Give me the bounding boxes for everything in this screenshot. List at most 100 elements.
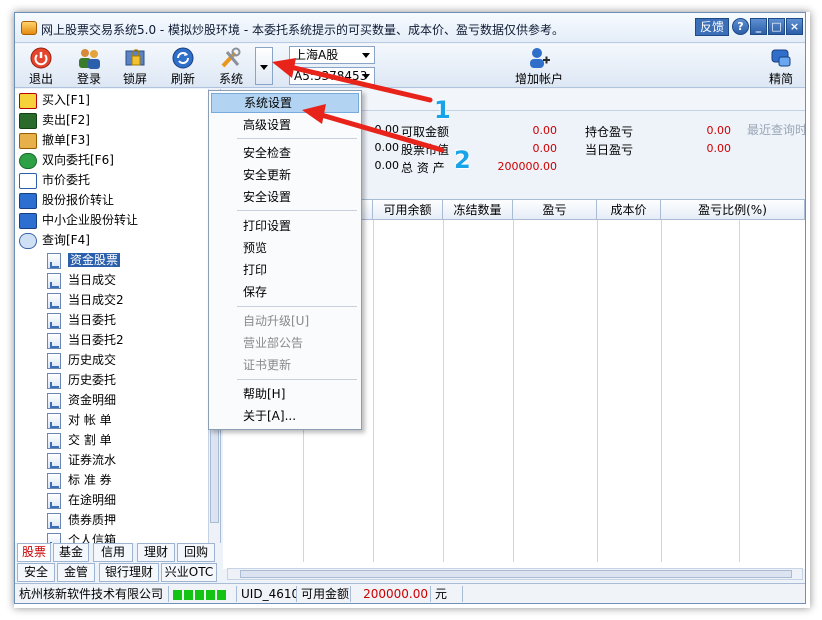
- tree-subitem[interactable]: 历史委托: [47, 371, 116, 389]
- tab-wealth[interactable]: 理财: [137, 543, 175, 562]
- users-icon: [77, 47, 101, 69]
- two-way-icon: [19, 152, 37, 169]
- menu-item-save[interactable]: 保存: [211, 282, 359, 302]
- tree-subitem[interactable]: 证券流水: [47, 451, 116, 469]
- menu-item-security-update[interactable]: 安全更新: [211, 165, 359, 185]
- menu-item-about[interactable]: 关于[A]...: [211, 406, 359, 426]
- tree-item-sme-transfer[interactable]: 中小企业股份转让: [19, 211, 138, 229]
- account-select-value: A5:3378453: [294, 69, 368, 83]
- tree-subitem-label: 当日委托: [68, 313, 117, 327]
- market-select[interactable]: 上海A股: [289, 46, 375, 64]
- tree-subitem-label: 在途明细: [68, 493, 117, 507]
- tree-item-query[interactable]: 查询[F4]: [19, 231, 90, 249]
- tab-otc[interactable]: 兴业OTC: [161, 563, 217, 582]
- lock-button[interactable]: 锁屏: [115, 45, 155, 87]
- menu-separator: [237, 306, 357, 307]
- menu-item-print[interactable]: 打印: [211, 260, 359, 280]
- tab-stock[interactable]: 股票: [17, 543, 51, 562]
- table-header-cell[interactable]: 盈亏比例(%): [661, 200, 805, 220]
- account-select[interactable]: A5:3378453: [289, 67, 375, 85]
- lock-label: 锁屏: [122, 72, 147, 86]
- add-account-button[interactable]: 增加帐户: [509, 45, 569, 87]
- tab-bank-wealth[interactable]: 银行理财: [99, 563, 159, 582]
- tree-subitem[interactable]: 历史成交: [47, 351, 116, 369]
- tree-item-market-order[interactable]: 市价委托: [19, 171, 90, 189]
- table-hscrollbar[interactable]: [227, 568, 803, 580]
- stock-value: 0.00: [532, 142, 558, 155]
- minimize-button[interactable]: _: [750, 18, 767, 35]
- menu-item-security-check[interactable]: 安全检查: [211, 143, 359, 163]
- close-button[interactable]: ×: [786, 18, 803, 35]
- column-divider: [597, 220, 598, 562]
- feedback-button[interactable]: 反馈: [695, 18, 729, 36]
- tree-subitem[interactable]: 当日委托2: [47, 331, 124, 349]
- tree-subitem[interactable]: 当日成交2: [47, 291, 124, 309]
- position-pnl-label: 持仓盈亏: [585, 125, 634, 139]
- simple-mode-label: 精简: [768, 72, 793, 86]
- login-button[interactable]: 登录: [69, 45, 109, 87]
- simple-mode-button[interactable]: 精简: [761, 45, 801, 87]
- tree-subitem[interactable]: 交 割 单: [47, 431, 112, 449]
- tab-security[interactable]: 安全: [17, 563, 55, 582]
- table-header-cell[interactable]: 可用余额: [373, 200, 443, 220]
- position-pnl-value: 0.00: [706, 124, 732, 137]
- document-icon: [47, 352, 61, 369]
- tree-item-label: 撤单[F3]: [42, 133, 90, 147]
- power-icon: [29, 47, 53, 69]
- tree-subitem[interactable]: 对 帐 单: [47, 411, 112, 429]
- tree-subitem[interactable]: 在途明细: [47, 491, 116, 509]
- total-assets-value: 200000.00: [497, 160, 558, 173]
- menu-item-help[interactable]: 帮助[H]: [211, 384, 359, 404]
- maximize-button[interactable]: □: [768, 18, 785, 35]
- tree-item-sell[interactable]: 卖出[F2]: [19, 111, 90, 129]
- table-header-cell[interactable]: 冻结数量: [443, 200, 513, 220]
- tree-subitem[interactable]: 当日成交: [47, 271, 116, 289]
- tab-credit[interactable]: 信用: [93, 543, 133, 562]
- menu-item-preview[interactable]: 预览: [211, 238, 359, 258]
- chevron-down-icon: [362, 74, 370, 79]
- menu-item-print-settings[interactable]: 打印设置: [211, 216, 359, 236]
- window-title: 网上股票交易系统5.0 - 模拟炒股环境 - 本委托系统提示的可买数量、成本价、…: [41, 23, 565, 37]
- tree-subitem-funds-stocks[interactable]: 资金股票: [47, 251, 121, 269]
- tab-repo[interactable]: 回购: [177, 543, 215, 562]
- tree-subitem[interactable]: 标 准 券: [47, 471, 112, 489]
- tab-fund[interactable]: 基金: [53, 543, 89, 562]
- refresh-label: 刷新: [170, 72, 195, 86]
- add-user-icon: [527, 47, 551, 69]
- lock-screen-icon: [123, 47, 147, 69]
- document-icon: [47, 312, 61, 329]
- main-window: 网上股票交易系统5.0 - 模拟炒股环境 - 本委托系统提示的可买数量、成本价、…: [14, 12, 806, 604]
- tree-subitem[interactable]: 当日委托: [47, 311, 116, 329]
- tab-gold[interactable]: 金管: [57, 563, 95, 582]
- exit-button[interactable]: 退出: [21, 45, 61, 87]
- tree-subitem[interactable]: 个人信箱: [47, 531, 116, 543]
- menu-item-security-settings[interactable]: 安全设置: [211, 187, 359, 207]
- signal-led-icon: [173, 589, 182, 600]
- stock-value-label: 股票市值: [401, 143, 450, 157]
- document-icon: [47, 272, 61, 289]
- menu-item-system-settings[interactable]: 系统设置: [211, 93, 359, 113]
- table-header-cell[interactable]: 成本价: [597, 200, 661, 220]
- title-bar[interactable]: 网上股票交易系统5.0 - 模拟炒股环境 - 本委托系统提示的可买数量、成本价、…: [15, 13, 805, 43]
- recent-query-label: 最近查询时: [747, 123, 806, 137]
- table-header-cell[interactable]: 盈亏: [513, 200, 597, 220]
- tree-item-buy[interactable]: 买入[F1]: [19, 91, 90, 109]
- tree-item-cancel-order[interactable]: 撤单[F3]: [19, 131, 90, 149]
- refresh-button[interactable]: 刷新: [163, 45, 203, 87]
- category-tabs-row1: 股票 基金 信用 理财 回购: [15, 543, 221, 562]
- system-label: 系统: [218, 72, 243, 86]
- scroll-thumb[interactable]: [240, 570, 792, 578]
- status-bar: 杭州核新软件技术有限公司 UID_46109 可用金额 200000.00 元: [15, 583, 805, 603]
- help-button[interactable]: ?: [732, 18, 749, 35]
- document-icon: [47, 472, 61, 489]
- market-select-value: 上海A股: [294, 48, 339, 62]
- menu-item-advanced-settings[interactable]: 高级设置: [211, 115, 359, 135]
- tree-subitem-label: 个人信箱: [68, 533, 117, 543]
- tree-subitem[interactable]: 债券质押: [47, 511, 116, 529]
- document-icon: [47, 372, 61, 389]
- tree-item-quote-transfer[interactable]: 股份报价转让: [19, 191, 114, 209]
- system-dropdown-button[interactable]: [255, 47, 273, 85]
- tree-item-two-way[interactable]: 双向委托[F6]: [19, 151, 114, 169]
- tree-subitem[interactable]: 资金明细: [47, 391, 116, 409]
- system-button[interactable]: 系统: [211, 45, 251, 87]
